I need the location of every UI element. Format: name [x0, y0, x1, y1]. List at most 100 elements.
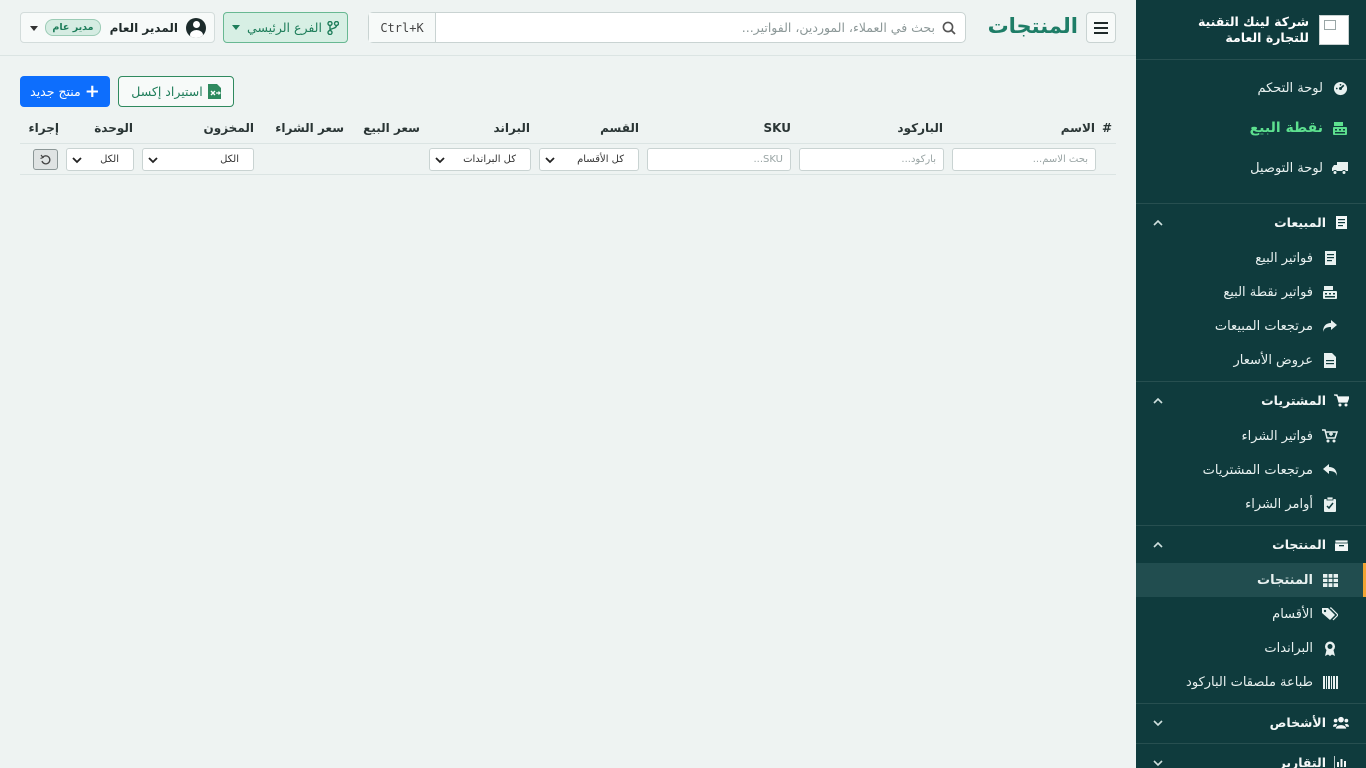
new-product-button[interactable]: + منتج جديد — [20, 76, 110, 107]
cash-register-icon — [1321, 283, 1339, 301]
sidebar-brand[interactable]: شركة لينك التقنية للتجارة العامة — [1136, 0, 1366, 60]
sidebar-item-purchase-invoices[interactable]: فواتير الشراء — [1136, 419, 1366, 453]
brand-filter-select[interactable]: كل البراندات — [429, 148, 531, 171]
sidebar-item-label: أوامر الشراء — [1245, 496, 1313, 512]
chevron-up-icon — [1153, 219, 1163, 226]
code-branch-icon — [327, 20, 339, 35]
chevron-up-icon — [1153, 397, 1163, 404]
sidebar-item-purchase-returns[interactable]: مرتجعات المشتريات — [1136, 453, 1366, 487]
plus-icon: + — [84, 80, 100, 102]
tags-icon — [1321, 605, 1339, 623]
import-excel-label: استيراد إكسل — [131, 84, 203, 99]
barcode-filter-input[interactable] — [799, 148, 944, 171]
chevron-down-icon — [435, 157, 445, 164]
sidebar-group-products[interactable]: المنتجات — [1136, 525, 1366, 563]
column-header-buy-price: سعر الشراء — [275, 121, 344, 135]
column-header-stock: المخزون — [203, 121, 254, 135]
column-header-brand: البراند — [493, 121, 530, 135]
barcode-icon — [1321, 673, 1339, 691]
sidebar-group-label: المنتجات — [1272, 537, 1326, 552]
sidebar-item-label: البراندات — [1264, 640, 1313, 656]
sidebar-group-label: المبيعات — [1274, 215, 1326, 230]
sidebar-item-purchase-orders[interactable]: أوامر الشراء — [1136, 487, 1366, 521]
chevron-down-icon — [1153, 720, 1163, 727]
chevron-down-icon — [72, 157, 82, 164]
stock-filter-value: الكل — [220, 154, 239, 165]
sidebar-group-label: الأشخاص — [1269, 715, 1326, 730]
unit-filter-select[interactable]: الكل — [66, 148, 134, 171]
reset-filters-button[interactable] — [33, 149, 58, 170]
stock-filter-select[interactable]: الكل — [142, 148, 254, 171]
sidebar-item-categories[interactable]: الأقسام — [1136, 597, 1366, 631]
undo-icon — [40, 154, 51, 165]
sidebar-group-reports[interactable]: التقارير — [1136, 743, 1366, 768]
sku-filter-input[interactable] — [647, 148, 791, 171]
sidebar-item-pos-invoices[interactable]: فواتير نقطة البيع — [1136, 275, 1366, 309]
sidebar-item-label: لوحة التوصيل — [1250, 160, 1323, 176]
avatar — [186, 17, 206, 38]
sidebar-item-sales-invoices[interactable]: فواتير البيع — [1136, 241, 1366, 275]
search-icon — [942, 21, 956, 35]
sidebar-group-people[interactable]: الأشخاص — [1136, 703, 1366, 741]
filter-row: كل الأقسام كل البراندات الكل الكل — [20, 143, 1116, 175]
sidebar-item-label: مرتجعات المشتريات — [1202, 462, 1313, 478]
sidebar-item-products[interactable]: المنتجات — [1136, 563, 1366, 597]
box-icon — [1333, 537, 1349, 553]
receipt-icon — [1321, 249, 1339, 267]
sidebar: شركة لينك التقنية للتجارة العامة لوحة ال… — [1136, 0, 1366, 768]
user-menu[interactable]: المدير العام مدير عام — [20, 12, 215, 43]
category-filter-value: كل الأقسام — [577, 154, 624, 165]
role-badge: مدير عام — [45, 19, 101, 36]
sidebar-item-dashboard[interactable]: لوحة التحكم — [1136, 71, 1366, 105]
sidebar-item-delivery[interactable]: لوحة التوصيل — [1136, 151, 1366, 185]
user-name: المدير العام — [109, 20, 178, 35]
users-icon — [1333, 715, 1349, 731]
caret-down-icon — [30, 26, 38, 31]
table-icon — [1321, 571, 1339, 589]
sidebar-item-pos[interactable]: نقطة البيع — [1136, 111, 1366, 145]
brand-filter-value: كل البراندات — [463, 154, 516, 165]
sidebar-item-barcode-labels[interactable]: طباعة ملصقات الباركود — [1136, 665, 1366, 699]
sidebar-group-purchases[interactable]: المشتريات — [1136, 381, 1366, 419]
category-filter-select[interactable]: كل الأقسام — [539, 148, 639, 171]
document-icon — [1321, 351, 1339, 369]
caret-down-icon — [232, 25, 241, 30]
dashboard-icon — [1331, 79, 1349, 97]
column-header-category: القسم — [600, 121, 639, 135]
import-excel-button[interactable]: استيراد إكسل — [118, 76, 234, 107]
truck-icon — [1331, 159, 1349, 177]
search-input[interactable] — [436, 13, 965, 42]
sidebar-item-quotes[interactable]: عروض الأسعار — [1136, 343, 1366, 377]
column-header-sell-price: سعر البيع — [363, 121, 420, 135]
cart-icon — [1333, 393, 1349, 409]
name-filter-input[interactable] — [952, 148, 1096, 171]
sidebar-group-label: المشتريات — [1261, 393, 1326, 408]
branch-selector[interactable]: الفرع الرئيسي — [223, 12, 348, 43]
sidebar-item-label: فواتير الشراء — [1241, 428, 1313, 444]
receipt-icon — [1333, 215, 1349, 231]
column-header-name: الاسم — [1060, 121, 1095, 135]
sidebar-item-sales-returns[interactable]: مرتجعات المبيعات — [1136, 309, 1366, 343]
chevron-up-icon — [1153, 541, 1163, 548]
menu-toggle-button[interactable] — [1086, 12, 1116, 43]
branch-label: الفرع الرئيسي — [247, 20, 322, 35]
sidebar-item-label: فواتير البيع — [1255, 250, 1313, 266]
unit-filter-value: الكل — [100, 154, 119, 165]
sidebar-item-label: نقطة البيع — [1249, 120, 1323, 136]
file-excel-icon — [207, 84, 221, 99]
column-header-unit: الوحدة — [94, 121, 133, 135]
sidebar-group-sales[interactable]: المبيعات — [1136, 203, 1366, 241]
chevron-down-icon — [545, 157, 555, 164]
chevron-down-icon — [148, 157, 158, 164]
sidebar-item-brands[interactable]: البراندات — [1136, 631, 1366, 665]
company-logo — [1319, 14, 1349, 45]
sidebar-item-label: مرتجعات المبيعات — [1214, 318, 1313, 334]
chevron-down-icon — [1153, 760, 1163, 767]
page-title: المنتجات — [987, 14, 1078, 38]
global-search: Ctrl+K — [368, 12, 966, 43]
column-header-sku: SKU — [763, 121, 791, 135]
sidebar-item-label: فواتير نقطة البيع — [1223, 284, 1313, 300]
new-product-label: منتج جديد — [30, 84, 81, 99]
cart-plus-icon — [1321, 427, 1339, 445]
sidebar-item-label: الأقسام — [1272, 606, 1313, 622]
